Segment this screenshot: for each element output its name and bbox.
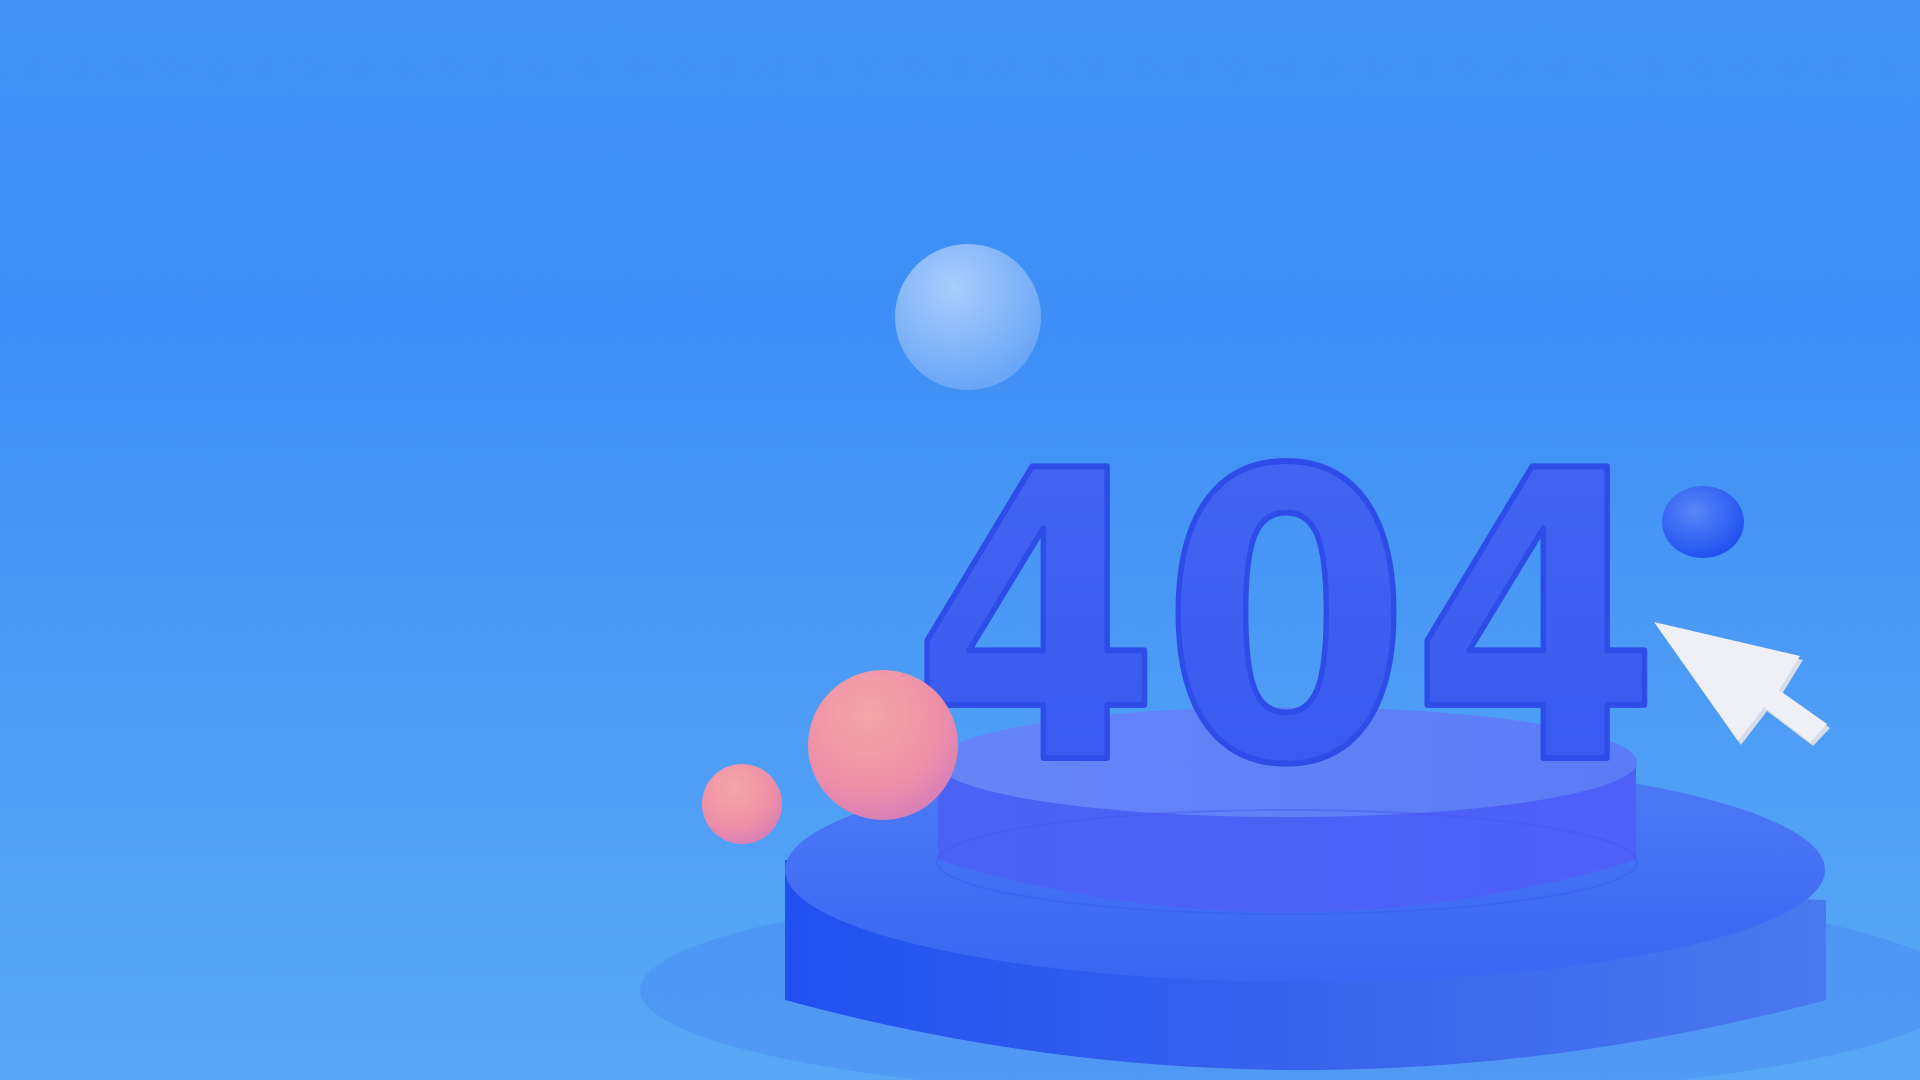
dark-sphere (1662, 486, 1744, 558)
light-sphere (895, 244, 1041, 390)
pink-sphere-small (702, 764, 782, 844)
error-404-scene: 404 (0, 0, 1920, 1080)
error-code: 404 (908, 385, 1664, 856)
pink-sphere-large (808, 670, 958, 820)
scene-illustration: 404 (640, 244, 1920, 1080)
mouse-pointer-icon (1654, 622, 1830, 746)
error-code-text: 404 (911, 388, 1661, 853)
